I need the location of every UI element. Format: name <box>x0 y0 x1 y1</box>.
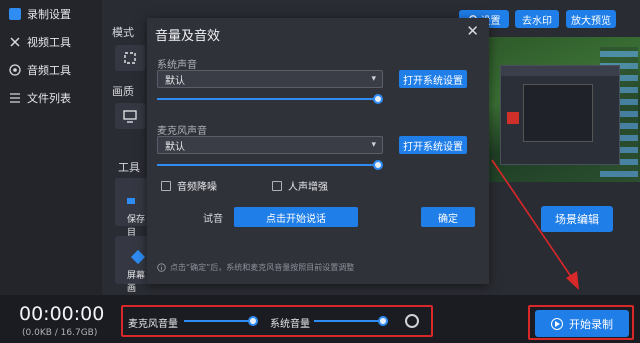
volume-effects-dialog: 音量及音效 ✕ 系统声音 默认 ▾ 打开系统设置 麦克风声音 默认 ▾ 打开系统… <box>147 18 489 284</box>
sidebar-item-label: 音频工具 <box>27 64 71 77</box>
slider-knob[interactable] <box>373 94 383 104</box>
file-size: (0.0KB / 16.7GB) <box>22 328 98 338</box>
mic-sound-select[interactable]: 默认 ▾ <box>157 136 383 154</box>
slider-knob[interactable] <box>373 160 383 170</box>
system-sound-value: 默认 <box>165 75 185 87</box>
checkbox-box[interactable] <box>272 180 282 191</box>
ok-button[interactable]: 确定 <box>421 207 475 227</box>
play-icon <box>551 317 563 330</box>
mode-tile[interactable] <box>115 45 145 71</box>
checkbox-box[interactable] <box>161 180 171 191</box>
mic-sound-value: 默认 <box>165 141 185 153</box>
chevron-down-icon: ▾ <box>371 140 376 150</box>
brush-icon <box>130 249 146 265</box>
chevron-down-icon: ▾ <box>371 74 376 84</box>
tools-label: 工具 <box>118 161 140 174</box>
system-sound-label: 系统声音 <box>157 60 197 71</box>
quality-tile[interactable] <box>115 103 145 129</box>
sidebar: 录制设置 视频工具 音频工具 文件列表 <box>0 0 102 295</box>
voice-enhance-label: 人声增强 <box>288 182 328 193</box>
voice-enhance-checkbox[interactable]: 人声增强 <box>272 178 328 193</box>
slider-knob[interactable] <box>248 316 258 326</box>
app-icon <box>507 112 519 124</box>
mic-sound-label: 麦克风声音 <box>157 126 207 137</box>
sidebar-item-record-settings[interactable]: 录制设置 <box>0 2 102 26</box>
magnify-preview-button[interactable]: 放大预览 <box>566 10 616 28</box>
mode-label: 模式 <box>112 26 134 39</box>
scene-edit-button[interactable]: 场景编辑 <box>541 206 613 232</box>
start-record-button[interactable]: 开始录制 <box>535 310 629 337</box>
dialog-title: 音量及音效 <box>155 29 221 44</box>
quality-label: 画质 <box>112 85 134 98</box>
watermark-label: 去水印 <box>522 15 552 27</box>
open-system-settings-button-2[interactable]: 打开系统设置 <box>399 136 467 154</box>
mic-sound-slider[interactable] <box>157 160 383 170</box>
screen-preview <box>488 37 640 182</box>
tools-icon <box>9 36 21 48</box>
magnify-preview-label: 放大预览 <box>571 15 611 27</box>
dialog-hint: 点击“确定”后，系统和麦克风音量按照目前设置调整 <box>157 262 354 273</box>
ok-label: 确定 <box>438 213 458 225</box>
folder-icon <box>127 198 135 204</box>
info-icon <box>157 263 166 272</box>
system-volume-slider[interactable] <box>314 316 388 326</box>
test-label: 试音 <box>203 214 223 225</box>
list-icon <box>9 92 21 104</box>
tool-tile-label: 屏幕画 <box>127 271 146 294</box>
start-speaking-label: 点击开始说话 <box>266 213 326 225</box>
fullscreen-icon <box>124 52 136 64</box>
close-icon[interactable]: ✕ <box>466 22 479 40</box>
mic-volume-slider[interactable] <box>184 316 258 326</box>
sidebar-item-label: 文件列表 <box>27 92 71 105</box>
record-icon <box>9 8 21 20</box>
mic-volume-label: 麦克风音量 <box>128 319 178 330</box>
system-volume-label: 系统音量 <box>270 319 310 330</box>
tool-tile-screen-draw[interactable]: 屏幕画 <box>115 236 149 294</box>
sidebar-item-audio-tools[interactable]: 音频工具 <box>0 58 102 82</box>
audio-icon <box>9 64 21 76</box>
scene-edit-label: 场景编辑 <box>555 213 599 226</box>
preview-window <box>500 65 620 165</box>
slider-knob[interactable] <box>378 316 388 326</box>
sidebar-item-label: 录制设置 <box>27 8 71 21</box>
sidebar-item-label: 视频工具 <box>27 36 71 49</box>
sidebar-item-file-list[interactable]: 文件列表 <box>0 86 102 110</box>
monitor-icon <box>123 110 137 123</box>
noise-reduction-checkbox[interactable]: 音频降噪 <box>161 178 217 193</box>
tool-tile-save[interactable]: 保存目 <box>115 178 149 238</box>
hint-text: 点击“确定”后，系统和麦克风音量按照目前设置调整 <box>170 263 355 272</box>
system-sound-select[interactable]: 默认 ▾ <box>157 70 383 88</box>
start-speaking-button[interactable]: 点击开始说话 <box>234 207 358 227</box>
system-sound-slider[interactable] <box>157 94 383 104</box>
open-system-settings-button[interactable]: 打开系统设置 <box>399 70 467 88</box>
noise-reduction-label: 音频降噪 <box>177 182 217 193</box>
open-system-settings-label: 打开系统设置 <box>403 141 463 153</box>
audio-settings-gear-icon[interactable] <box>405 314 419 328</box>
watermark-button[interactable]: 去水印 <box>515 10 559 28</box>
sidebar-item-video-tools[interactable]: 视频工具 <box>0 30 102 54</box>
start-record-label: 开始录制 <box>569 317 613 331</box>
open-system-settings-label: 打开系统设置 <box>403 75 463 87</box>
tool-tile-label: 保存目 <box>127 215 146 238</box>
record-timer: 00:00:00 <box>19 303 105 325</box>
